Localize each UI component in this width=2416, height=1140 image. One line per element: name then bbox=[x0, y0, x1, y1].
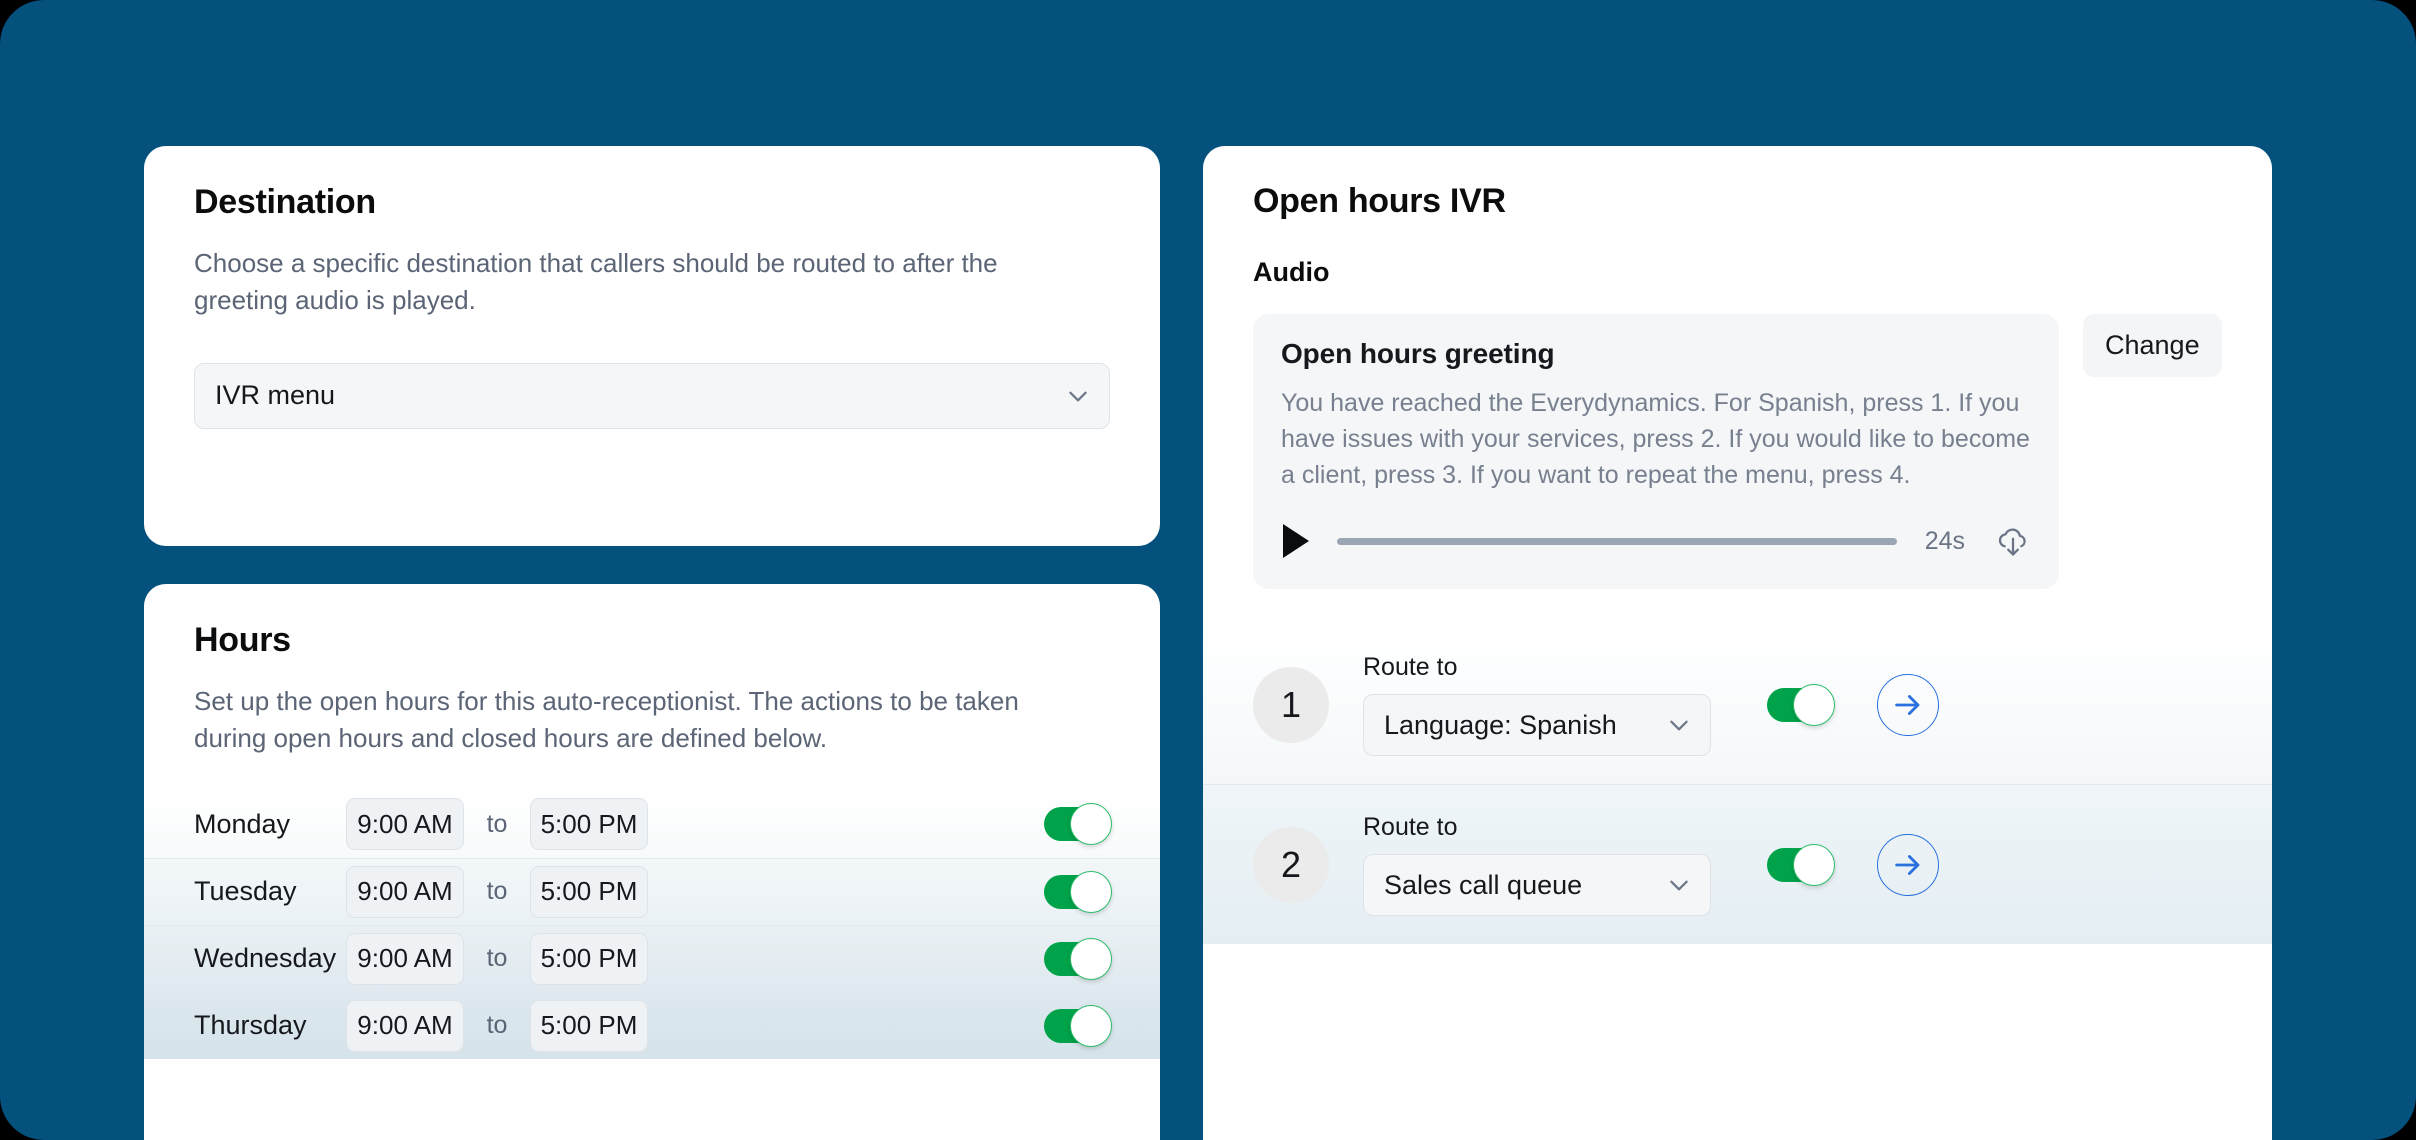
start-time-field[interactable]: 9:00 AM bbox=[346, 865, 464, 918]
greeting-transcript: You have reached the Everydynamics. For … bbox=[1281, 389, 2030, 489]
route-to-value: Language: Spanish bbox=[1384, 709, 1617, 740]
ivr-option-rows: 1 Route to Language: Spanish 2 Route to Sales… bbox=[1203, 625, 2272, 945]
toggle-knob bbox=[1070, 1004, 1112, 1047]
destination-select-value: IVR menu bbox=[215, 380, 336, 411]
hours-description: Set up the open hours for this auto-rece… bbox=[194, 685, 1019, 753]
to-label: to bbox=[486, 1011, 508, 1040]
destination-description: Choose a specific destination that calle… bbox=[194, 247, 998, 315]
ivr-option-toggle-wrap bbox=[1767, 683, 1835, 726]
hours-title: Hours bbox=[194, 621, 291, 659]
destination-card: Destination Choose a specific destinatio… bbox=[144, 146, 1160, 546]
end-time-field[interactable]: 5:00 PM bbox=[530, 865, 648, 918]
enabled-toggle[interactable] bbox=[1767, 843, 1835, 886]
ivr-title: Open hours IVR bbox=[1253, 182, 1506, 220]
hours-row: Thursday 9:00 AM to 5:00 PM bbox=[144, 991, 1160, 1059]
ivr-option-row: 1 Route to Language: Spanish bbox=[1203, 625, 2272, 785]
day-label: Tuesday bbox=[194, 876, 297, 907]
day-toggle-wrap bbox=[1044, 1004, 1112, 1047]
to-label: to bbox=[486, 809, 508, 838]
enabled-toggle[interactable] bbox=[1044, 937, 1112, 980]
toggle-knob bbox=[1793, 683, 1835, 726]
audio-progress-bar[interactable] bbox=[1337, 537, 1897, 545]
arrow-right-icon bbox=[1895, 854, 1920, 875]
destination-title: Destination bbox=[194, 183, 376, 221]
chevron-down-icon bbox=[1065, 383, 1091, 409]
enabled-toggle[interactable] bbox=[1044, 803, 1112, 846]
to-label: to bbox=[486, 944, 508, 973]
route-to-label: Route to bbox=[1363, 813, 1458, 842]
toggle-knob bbox=[1070, 803, 1112, 846]
route-to-label: Route to bbox=[1363, 653, 1458, 682]
audio-area: Open hours greeting You have reached the… bbox=[1253, 314, 2222, 590]
hours-row: Monday 9:00 AM to 5:00 PM bbox=[144, 790, 1160, 858]
end-time-field[interactable]: 5:00 PM bbox=[530, 999, 648, 1052]
day-toggle-wrap bbox=[1044, 937, 1112, 980]
end-time-field[interactable]: 5:00 PM bbox=[530, 932, 648, 985]
route-to-select[interactable]: Language: Spanish bbox=[1363, 694, 1711, 757]
day-toggle-wrap bbox=[1044, 870, 1112, 913]
audio-player: 24s bbox=[1281, 519, 2031, 563]
ivr-option-toggle-wrap bbox=[1767, 843, 1835, 886]
start-time-field[interactable]: 9:00 AM bbox=[346, 798, 464, 851]
enabled-toggle[interactable] bbox=[1767, 683, 1835, 726]
audio-duration: 24s bbox=[1924, 526, 1965, 555]
arrow-right-icon bbox=[1895, 694, 1920, 715]
to-label: to bbox=[486, 877, 508, 906]
end-time-field[interactable]: 5:00 PM bbox=[530, 798, 648, 851]
enabled-toggle[interactable] bbox=[1044, 870, 1112, 913]
audio-section-label: Audio bbox=[1253, 257, 1330, 287]
enabled-toggle[interactable] bbox=[1044, 1004, 1112, 1047]
ivr-option-number: 1 bbox=[1253, 666, 1329, 743]
day-label: Monday bbox=[194, 808, 291, 839]
greeting-name: Open hours greeting bbox=[1281, 338, 1555, 369]
hours-rows: Monday 9:00 AM to 5:00 PM Tuesday 9:00 AM to 5:… bbox=[144, 790, 1160, 1059]
day-label: Thursday bbox=[194, 1010, 307, 1041]
go-to-destination-button[interactable] bbox=[1877, 833, 1939, 896]
route-to-select[interactable]: Sales call queue bbox=[1363, 854, 1711, 917]
day-label: Wednesday bbox=[194, 943, 337, 974]
day-toggle-wrap bbox=[1044, 803, 1112, 846]
go-to-destination-button[interactable] bbox=[1877, 673, 1939, 736]
toggle-knob bbox=[1070, 870, 1112, 913]
cloud-download-icon[interactable] bbox=[1995, 523, 2031, 559]
app-background: Destination Choose a specific destinatio… bbox=[0, 0, 2416, 1140]
toggle-knob bbox=[1070, 937, 1112, 980]
chevron-down-icon bbox=[1666, 872, 1692, 898]
hours-card: Hours Set up the open hours for this aut… bbox=[144, 584, 1160, 1140]
destination-select[interactable]: IVR menu bbox=[194, 362, 1110, 429]
ivr-option-main: Route to Sales call queue bbox=[1363, 813, 1711, 917]
ivr-option-number: 2 bbox=[1253, 826, 1329, 903]
start-time-field[interactable]: 9:00 AM bbox=[346, 932, 464, 985]
start-time-field[interactable]: 9:00 AM bbox=[346, 999, 464, 1052]
play-icon[interactable] bbox=[1281, 519, 1319, 563]
route-to-value: Sales call queue bbox=[1384, 869, 1583, 900]
hours-row: Wednesday 9:00 AM to 5:00 PM bbox=[144, 924, 1160, 992]
toggle-knob bbox=[1793, 843, 1835, 886]
greeting-audio-box: Open hours greeting You have reached the… bbox=[1253, 314, 2059, 590]
ivr-option-main: Route to Language: Spanish bbox=[1363, 653, 1711, 757]
chevron-down-icon bbox=[1666, 712, 1692, 738]
hours-row: Tuesday 9:00 AM to 5:00 PM bbox=[144, 857, 1160, 925]
change-audio-button[interactable]: Change bbox=[2083, 314, 2222, 377]
open-hours-ivr-card: Open hours IVR Audio Open hours greeting… bbox=[1203, 146, 2272, 1140]
ivr-option-row: 2 Route to Sales call queue bbox=[1203, 784, 2272, 945]
